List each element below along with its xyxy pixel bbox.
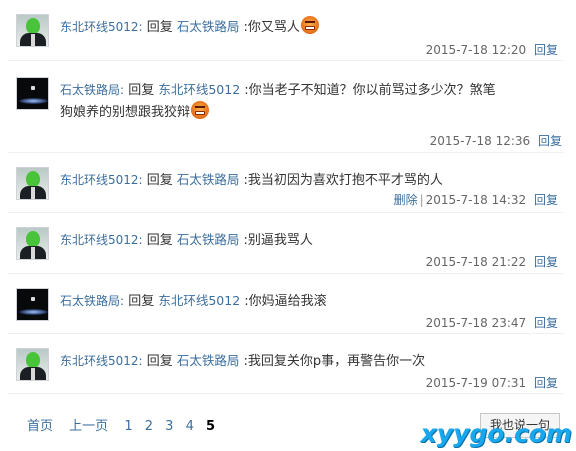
reply-word: 回复: [128, 83, 155, 98]
comment-author[interactable]: 东北环线5012:: [60, 233, 143, 247]
comment-date: 2015-7-19 07:31: [425, 376, 527, 390]
user-avatar[interactable]: [16, 167, 49, 200]
comment-author[interactable]: 东北环线5012:: [60, 354, 143, 368]
comment-meta: 删除 | 2015-7-18 14:32 回复: [394, 191, 558, 208]
comment-item: 东北环线5012: 回复 石太铁路局 :你又骂人 2015-7-18 12:20…: [8, 0, 564, 61]
user-avatar[interactable]: [16, 288, 49, 321]
reply-word: 回复: [146, 20, 173, 35]
user-avatar[interactable]: [16, 77, 49, 110]
comment-list: 东北环线5012: 回复 石太铁路局 :你又骂人 2015-7-18 12:20…: [8, 0, 564, 394]
comment-item: 东北环线5012: 回复 石太铁路局 :我当初因为喜欢打抱不平才骂的人 删除 | 2…: [8, 153, 564, 213]
angry-emoji-icon: [300, 16, 319, 34]
comment-date: 2015-7-18 14:32: [425, 193, 527, 207]
user-avatar[interactable]: [16, 227, 49, 260]
comment-text: :我回复关你p事，再警告你一次: [243, 354, 426, 369]
comment-content: 东北环线5012: 回复 石太铁路局 :我回复关你p事，再警告你一次: [60, 350, 564, 372]
comment-author[interactable]: 东北环线5012:: [60, 20, 143, 34]
reply-target[interactable]: 石太铁路局: [177, 353, 240, 368]
comment-meta: 2015-7-18 12:36 回复: [430, 132, 562, 149]
comment-content: 石太铁路局: 回复 东北环线5012 :你当老子不知道？你以前骂过多少次？煞笔狗…: [60, 79, 500, 123]
comment-meta: 2015-7-18 23:47 回复: [426, 314, 558, 331]
reply-target[interactable]: 石太铁路局: [177, 232, 240, 247]
comment-author[interactable]: 东北环线5012:: [60, 173, 143, 187]
user-avatar[interactable]: [16, 14, 49, 47]
reply-target[interactable]: 石太铁路局: [177, 19, 240, 34]
reply-word: 回复: [146, 233, 173, 248]
reply-word: 回复: [146, 354, 173, 369]
page-prev-link[interactable]: 上一页: [69, 419, 108, 434]
comment-meta: 2015-7-18 12:20 回复: [426, 41, 558, 58]
reply-link[interactable]: 回复: [534, 255, 558, 269]
angry-emoji-icon: [191, 101, 210, 119]
reply-link[interactable]: 回复: [534, 316, 558, 330]
separator: |: [419, 193, 424, 207]
pagination: 首页 上一页 1 2 3 4 5: [27, 415, 227, 434]
reply-link[interactable]: 回复: [538, 134, 562, 148]
comment-date: 2015-7-18 12:36: [429, 134, 531, 148]
reply-target[interactable]: 石太铁路局: [177, 172, 240, 187]
page-first-link[interactable]: 首页: [27, 419, 53, 434]
comment-text: :你又骂人: [243, 20, 300, 35]
user-avatar[interactable]: [16, 348, 49, 381]
comment-meta: 2015-7-18 21:22 回复: [426, 253, 558, 270]
comment-text: :你当老子不知道？你以前骂过多少次？煞笔狗娘养的别想跟我狡辩: [60, 83, 496, 120]
reply-word: 回复: [128, 294, 155, 309]
comment-item: 东北环线5012: 回复 石太铁路局 :别逼我骂人 2015-7-18 21:2…: [8, 213, 564, 274]
page-link-2[interactable]: 2: [145, 419, 153, 434]
comment-content: 东北环线5012: 回复 石太铁路局 :别逼我骂人: [60, 229, 564, 251]
reply-link[interactable]: 回复: [534, 193, 558, 207]
delete-link[interactable]: 删除: [394, 193, 418, 207]
comment-author[interactable]: 石太铁路局:: [60, 83, 124, 97]
comment-content: 石太铁路局: 回复 东北环线5012 :你妈逼给我滚: [60, 290, 564, 312]
reply-link[interactable]: 回复: [534, 43, 558, 57]
comment-date: 2015-7-18 12:20: [425, 43, 527, 57]
comment-meta: 2015-7-19 07:31 回复: [426, 374, 558, 391]
reply-word: 回复: [146, 173, 173, 188]
comment-item: 东北环线5012: 回复 石太铁路局 :我回复关你p事，再警告你一次 2015-…: [8, 334, 564, 394]
comment-text: :我当初因为喜欢打抱不平才骂的人: [243, 173, 443, 188]
page-link-1[interactable]: 1: [124, 419, 132, 434]
page-link-3[interactable]: 3: [165, 419, 173, 434]
page-current: 5: [206, 419, 216, 434]
site-watermark: xyygo.com: [420, 419, 572, 448]
comment-text: :你妈逼给我滚: [244, 294, 327, 309]
comment-date: 2015-7-18 23:47: [425, 316, 527, 330]
page-link-4[interactable]: 4: [186, 419, 194, 434]
comment-content: 东北环线5012: 回复 石太铁路局 :我当初因为喜欢打抱不平才骂的人: [60, 169, 564, 191]
comment-content: 东北环线5012: 回复 石太铁路局 :你又骂人: [60, 16, 564, 38]
comment-text: :别逼我骂人: [243, 233, 313, 248]
comment-date: 2015-7-18 21:22: [425, 255, 527, 269]
reply-link[interactable]: 回复: [534, 376, 558, 390]
comment-item: 石太铁路局: 回复 东北环线5012 :你妈逼给我滚 2015-7-18 23:…: [8, 274, 564, 334]
reply-target[interactable]: 东北环线5012: [158, 293, 240, 308]
comment-author[interactable]: 石太铁路局:: [60, 294, 124, 308]
reply-target[interactable]: 东北环线5012: [158, 82, 240, 97]
